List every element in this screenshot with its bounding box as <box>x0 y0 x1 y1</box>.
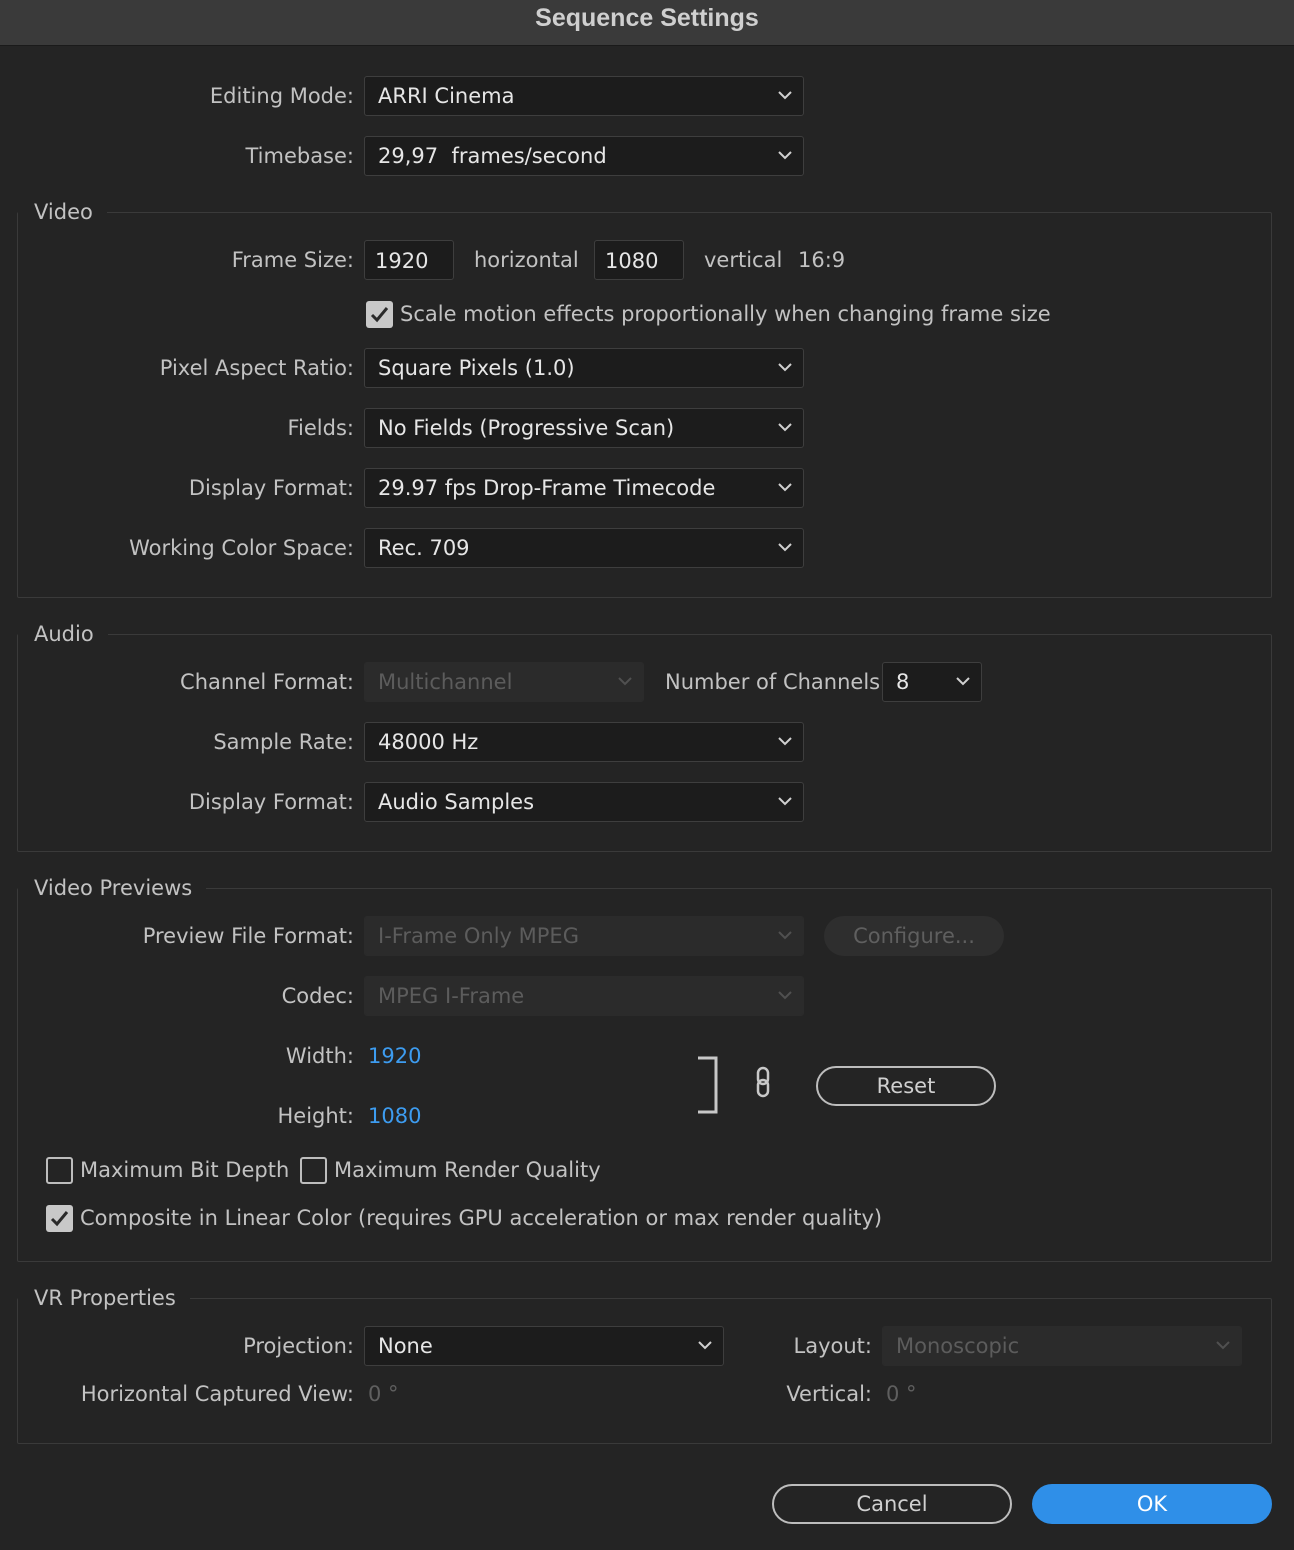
video-legend: Video <box>18 198 107 226</box>
max-bit-depth-checkbox[interactable] <box>46 1157 73 1184</box>
preview-file-format-dropdown[interactable]: I-Frame Only MPEG <box>364 916 804 956</box>
chevron-down-icon <box>698 1341 712 1350</box>
ok-button[interactable]: OK <box>1032 1484 1272 1524</box>
channel-format-dropdown[interactable]: Multichannel <box>364 662 644 702</box>
projection-value: None <box>378 1334 433 1358</box>
frame-size-label: Frame Size: <box>231 248 354 272</box>
chevron-down-icon <box>1216 1341 1230 1350</box>
chevron-down-icon <box>778 797 792 806</box>
chevron-down-icon <box>778 931 792 940</box>
video-display-format-dropdown[interactable]: 29.97 fps Drop-Frame Timecode <box>364 468 804 508</box>
vertical-label: vertical <box>704 248 783 272</box>
link-icon[interactable] <box>752 1066 774 1098</box>
number-of-channels-value: 8 <box>896 670 910 694</box>
fields-value: No Fields (Progressive Scan) <box>378 416 675 440</box>
chevron-down-icon <box>778 151 792 160</box>
layout-value: Monoscopic <box>896 1334 1020 1358</box>
working-color-space-label: Working Color Space: <box>129 536 354 560</box>
vr-properties-legend: VR Properties <box>18 1284 190 1312</box>
pixel-aspect-label: Pixel Aspect Ratio: <box>159 356 354 380</box>
chevron-down-icon <box>778 737 792 746</box>
channel-format-value: Multichannel <box>378 670 513 694</box>
configure-button[interactable]: Configure... <box>824 916 1004 956</box>
frame-width-input[interactable]: 1920 <box>364 240 454 280</box>
editing-mode-value: ARRI Cinema <box>378 84 515 108</box>
sample-rate-value: 48000 Hz <box>378 730 479 754</box>
vr-properties-group <box>17 1298 1272 1444</box>
layout-dropdown[interactable]: Monoscopic <box>882 1326 1242 1366</box>
audio-legend: Audio <box>18 620 108 648</box>
timebase-dropdown[interactable]: 29,97 frames/second <box>364 136 804 176</box>
frame-height-input[interactable]: 1080 <box>594 240 684 280</box>
composite-linear-label: Composite in Linear Color (requires GPU … <box>80 1206 883 1230</box>
max-bit-depth-label: Maximum Bit Depth <box>80 1158 290 1182</box>
composite-linear-checkbox[interactable] <box>46 1205 73 1232</box>
pixel-aspect-dropdown[interactable]: Square Pixels (1.0) <box>364 348 804 388</box>
codec-label: Codec: <box>281 984 354 1008</box>
audio-display-format-label: Display Format: <box>188 790 354 814</box>
bracket-icon <box>698 1056 718 1114</box>
chevron-down-icon <box>778 991 792 1000</box>
sample-rate-dropdown[interactable]: 48000 Hz <box>364 722 804 762</box>
chevron-down-icon <box>778 91 792 100</box>
vertical-view-label: Vertical: <box>786 1382 872 1406</box>
preview-height-label: Height: <box>277 1104 355 1128</box>
max-render-quality-checkbox[interactable] <box>300 1157 327 1184</box>
fields-dropdown[interactable]: No Fields (Progressive Scan) <box>364 408 804 448</box>
scale-motion-checkbox[interactable] <box>366 301 393 328</box>
audio-display-format-dropdown[interactable]: Audio Samples <box>364 782 804 822</box>
audio-display-format-value: Audio Samples <box>378 790 535 814</box>
preview-file-format-value: I-Frame Only MPEG <box>378 924 579 948</box>
checkmark-icon <box>370 307 389 323</box>
number-of-channels-dropdown[interactable]: 8 <box>882 662 982 702</box>
codec-dropdown[interactable]: MPEG I-Frame <box>364 976 804 1016</box>
working-color-space-dropdown[interactable]: Rec. 709 <box>364 528 804 568</box>
vertical-view-value: 0 ° <box>886 1382 917 1406</box>
cancel-button[interactable]: Cancel <box>772 1484 1012 1524</box>
preview-file-format-label: Preview File Format: <box>142 924 354 948</box>
dialog-title: Sequence Settings <box>535 4 759 32</box>
horizontal-label: horizontal <box>474 248 579 272</box>
editing-mode-dropdown[interactable]: ARRI Cinema <box>364 76 804 116</box>
chevron-down-icon <box>778 543 792 552</box>
horizontal-captured-view-value: 0 ° <box>368 1382 399 1406</box>
video-display-format-label: Display Format: <box>188 476 354 500</box>
sample-rate-label: Sample Rate: <box>213 730 354 754</box>
title-bar: Sequence Settings <box>0 0 1294 46</box>
frame-width-value: 1920 <box>375 249 429 273</box>
fields-label: Fields: <box>287 416 355 440</box>
layout-label: Layout: <box>793 1334 872 1358</box>
preview-width-value[interactable]: 1920 <box>368 1042 421 1070</box>
codec-value: MPEG I-Frame <box>378 984 525 1008</box>
timebase-value: 29,97 frames/second <box>378 144 607 168</box>
chevron-down-icon <box>618 677 632 686</box>
number-of-channels-label: Number of Channels: <box>665 670 888 694</box>
projection-label: Projection: <box>243 1334 354 1358</box>
timebase-label: Timebase: <box>245 144 354 168</box>
video-display-format-value: 29.97 fps Drop-Frame Timecode <box>378 476 716 500</box>
reset-button[interactable]: Reset <box>816 1066 996 1106</box>
max-render-quality-label: Maximum Render Quality <box>334 1158 601 1182</box>
frame-height-value: 1080 <box>605 249 659 273</box>
chevron-down-icon <box>778 363 792 372</box>
scale-motion-label: Scale motion effects proportionally when… <box>400 302 1051 326</box>
chevron-down-icon <box>956 677 970 686</box>
pixel-aspect-value: Square Pixels (1.0) <box>378 356 575 380</box>
horizontal-captured-view-label: Horizontal Captured View: <box>80 1382 354 1406</box>
projection-dropdown[interactable]: None <box>364 1326 724 1366</box>
video-previews-legend: Video Previews <box>18 874 207 902</box>
preview-width-label: Width: <box>285 1044 354 1068</box>
working-color-space-value: Rec. 709 <box>378 536 470 560</box>
preview-height-value[interactable]: 1080 <box>368 1102 421 1130</box>
editing-mode-label: Editing Mode: <box>209 84 354 108</box>
chevron-down-icon <box>778 483 792 492</box>
channel-format-label: Channel Format: <box>180 670 354 694</box>
checkmark-icon <box>50 1211 69 1227</box>
aspect-ratio-readout: 16:9 <box>798 248 846 272</box>
chevron-down-icon <box>778 423 792 432</box>
